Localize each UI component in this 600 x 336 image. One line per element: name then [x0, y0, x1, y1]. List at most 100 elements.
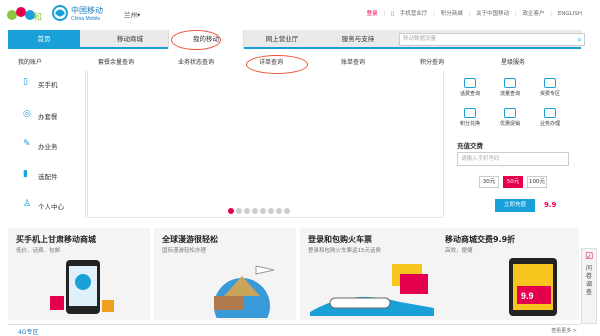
service-label: 业务办理 [539, 121, 560, 127]
group-customer-link[interactable]: 政企客户 [522, 11, 544, 17]
amount-100[interactable]: 100元 [527, 176, 547, 188]
sidebar: ▯ 买手机 ◎ 办套餐 ✎ 办业务 ▮ 选配件 ♙ 个人中心 [8, 70, 86, 218]
carousel-dot[interactable] [276, 208, 282, 214]
bill-icon [464, 78, 476, 88]
data-icon [504, 78, 516, 88]
main-nav: 首页 移动商城 我的移动 网上营业厅 服务与支持 移动数据流量 ⌕ [8, 30, 585, 49]
amount-30[interactable]: 30元 [479, 176, 499, 188]
phone-promo-illustration [50, 260, 114, 314]
subnav-bill-query[interactable]: 账单查询 [341, 57, 365, 66]
carousel-dot[interactable] [260, 208, 266, 214]
english-link[interactable]: ENGLISH [558, 11, 582, 17]
package-icon: ◎ [23, 109, 31, 119]
promo-subtitle: 登录和包购火车票返15元话费 [308, 248, 381, 254]
and-logo[interactable]: 和 [6, 2, 44, 24]
subnav-service-status[interactable]: 业务状态查询 [178, 57, 214, 66]
sidebar-item-user-center[interactable]: ♙ 个人中心 [8, 192, 86, 220]
phone-hall-link[interactable]: ▯ 手机营业厅 [391, 11, 427, 17]
svg-text:9.9: 9.9 [521, 291, 534, 301]
sidebar-item-label: 选配件 [38, 173, 58, 181]
section-4g-title[interactable]: 4G专区 [18, 327, 38, 336]
tariff-icon [544, 78, 556, 88]
points-icon [464, 108, 476, 118]
tab-online-hall[interactable]: 网上营业厅 [244, 30, 320, 49]
separator: | [514, 11, 517, 17]
sidebar-item-service[interactable]: ✎ 办业务 [8, 132, 86, 160]
carousel-dot[interactable] [244, 208, 250, 214]
service-data-query[interactable]: 流量查询 [495, 78, 525, 97]
sidebar-item-accessory[interactable]: ▮ 选配件 [8, 162, 86, 190]
promo-title: 登录和包购火车票 [308, 235, 372, 244]
search-placeholder: 移动数据流量 [403, 36, 437, 42]
service-business[interactable]: 业务办理 [535, 108, 565, 127]
tab-mall[interactable]: 移动商城 [92, 30, 168, 49]
carousel-dots [228, 208, 292, 216]
carousel-dot[interactable] [284, 208, 290, 214]
separator: | [468, 11, 471, 17]
cm-en-text: China Mobile [71, 16, 100, 22]
search-input[interactable]: 移动数据流量 ⌕ [399, 33, 585, 46]
login-link[interactable]: 登录 [367, 11, 378, 17]
checkbox-icon: ☑ [585, 252, 594, 262]
recharge-title: 充值交费 [457, 142, 483, 150]
business-icon [544, 108, 556, 118]
sidebar-item-label: 办套餐 [38, 113, 58, 121]
survey-text: 问卷调查 [586, 265, 593, 296]
phone-icon: ▯ [23, 77, 28, 87]
phone-number-input[interactable]: 请输入手机号码 [457, 152, 569, 166]
separator: | [383, 11, 386, 17]
city-selector[interactable]: 兰州▾ [124, 9, 140, 19]
recharge-button[interactable]: 立即充值 [495, 199, 535, 212]
separator: | [433, 11, 435, 17]
service-tariff[interactable]: 资费专区 [535, 78, 565, 97]
points-mall-link[interactable]: 积分商城 [441, 11, 463, 17]
survey-float[interactable]: ☑ 问卷调查 [581, 248, 597, 324]
sidebar-item-package[interactable]: ◎ 办套餐 [8, 102, 86, 130]
service-promotions[interactable]: 优惠促销 [495, 108, 525, 127]
promo-card-train[interactable]: 登录和包购火车票 登录和包购火车票返15元话费 [300, 228, 442, 320]
promo-title: 全球漫游很轻松 [162, 235, 218, 244]
service-icon: ✎ [23, 139, 31, 149]
svg-text:和: 和 [33, 12, 42, 22]
promo-title: 移动商城交费9.9折 [445, 235, 516, 244]
service-bill-query[interactable]: 话费查询 [455, 78, 485, 97]
promo-card-phone[interactable]: 买手机上甘肃移动商城 低价、话费、包邮 [8, 228, 150, 320]
cm-cn-text: 中国移动 [71, 5, 103, 15]
promo-subtitle: 高效，便捷 [445, 248, 473, 254]
service-label: 资费专区 [539, 91, 560, 97]
quick-services-panel: 话费查询 流量查询 资费专区 积分兑换 优惠促销 业务办理 充值交费 请输入手机… [445, 70, 581, 218]
top-links: 登录 | ▯ 手机营业厅 | 积分商城 | 关于中国移动 | 政企客户 | EN… [363, 9, 582, 17]
subnav-points-query[interactable]: 积分查询 [420, 57, 444, 66]
recharge-promo-illustration: 9.9 [509, 258, 557, 316]
tab-home[interactable]: 首页 [8, 30, 80, 49]
top-bar: 和 中国移动 China Mobile 兰州▾ 登录 | ▯ 手机营业厅 | 积… [0, 0, 600, 28]
subnav-package-balance[interactable]: 套餐余量查询 [98, 57, 134, 66]
search-icon[interactable]: ⌕ [578, 34, 582, 45]
promo-card-recharge[interactable]: 移动商城交费9.9折 高效，便捷 9.9 [437, 228, 579, 320]
carousel-dot[interactable] [236, 208, 242, 214]
about-link[interactable]: 关于中国移动 [476, 11, 509, 17]
carousel-dot[interactable] [252, 208, 258, 214]
service-points-exchange[interactable]: 积分兑换 [455, 108, 485, 127]
china-mobile-logo[interactable]: 中国移动 China Mobile [52, 3, 122, 23]
tab-support[interactable]: 服务与支持 [320, 30, 396, 49]
service-label: 积分兑换 [459, 121, 480, 127]
service-label: 话费查询 [459, 91, 480, 97]
view-more-link[interactable]: 查看更多 > [551, 327, 577, 334]
service-label: 优惠促销 [499, 121, 520, 127]
sidebar-item-buy-phone[interactable]: ▯ 买手机 [8, 70, 86, 98]
subnav-star-service[interactable]: 星级服务 [501, 57, 525, 66]
promo-card-roaming[interactable]: 全球漫游很轻松 国际漫游轻松办理 [154, 228, 296, 320]
service-label: 流量查询 [499, 91, 520, 97]
train-promo-illustration [310, 264, 434, 316]
banner-carousel[interactable] [87, 70, 444, 218]
section-4g: 4G专区 查看更多 > [8, 324, 581, 336]
price-label: 9.9 [544, 201, 557, 209]
sidebar-item-label: 办业务 [38, 143, 58, 151]
phone-hall-label[interactable]: 手机营业厅 [400, 11, 428, 17]
carousel-dot[interactable] [228, 208, 234, 214]
carousel-dot[interactable] [268, 208, 274, 214]
accessory-icon: ▮ [23, 169, 28, 179]
subnav-my-account[interactable]: 我的账户 [18, 57, 42, 66]
amount-50[interactable]: 50元 [503, 176, 523, 188]
